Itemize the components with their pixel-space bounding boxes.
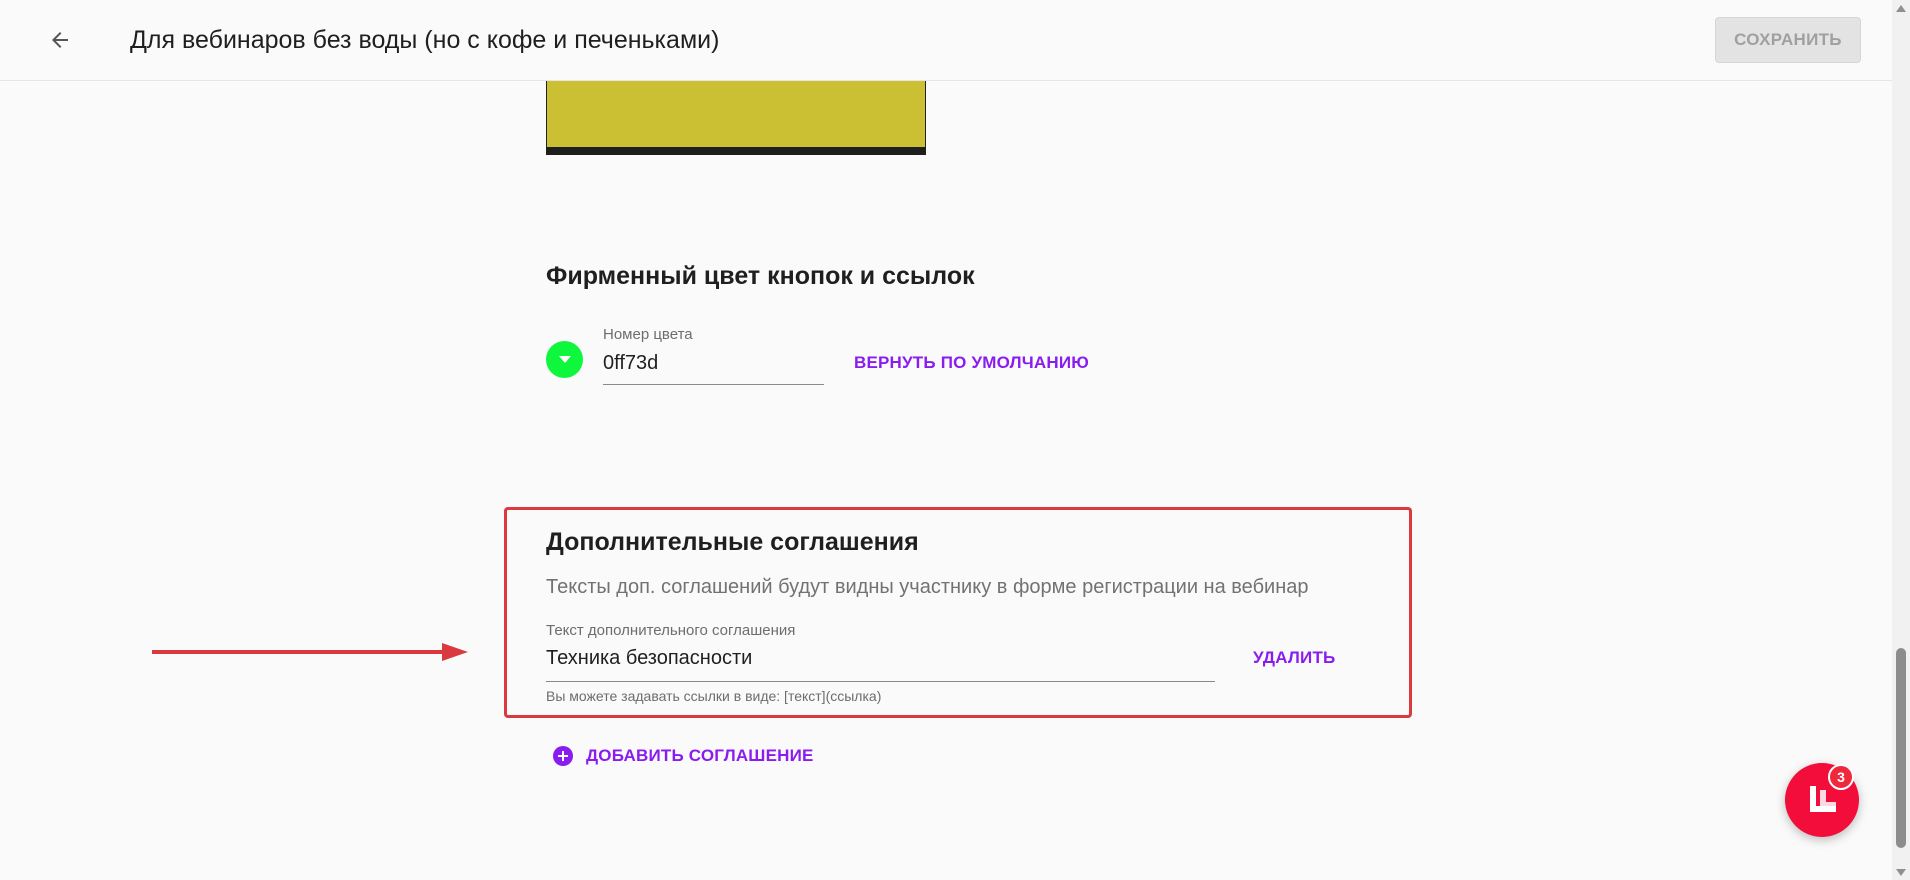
delete-agreement-button[interactable]: УДАЛИТЬ	[1253, 648, 1335, 668]
page-title: Для вебинаров без воды (но с кофе и пече…	[130, 26, 720, 54]
agreement-text-input[interactable]	[546, 642, 1215, 682]
color-number-label: Номер цвета	[603, 326, 693, 343]
scrollbar-thumb[interactable]	[1896, 648, 1906, 848]
color-preview-swatch	[546, 80, 926, 147]
reset-default-button[interactable]: ВЕРНУТЬ ПО УМОЛЧАНИЮ	[854, 353, 1089, 373]
scroll-up-icon[interactable]	[1892, 0, 1910, 16]
agreements-heading: Дополнительные соглашения	[546, 528, 919, 556]
top-bar: Для вебинаров без воды (но с кофе и пече…	[0, 0, 1892, 81]
agreement-text-label: Текст дополнительного соглашения	[546, 622, 796, 639]
annotation-arrow-icon	[152, 643, 468, 661]
agreement-hint: Вы можете задавать ссылки в виде: [текст…	[546, 688, 882, 704]
add-agreement-button[interactable]: ДОБАВИТЬ СОГЛАШЕНИЕ	[553, 746, 814, 766]
vertical-scrollbar[interactable]	[1892, 0, 1910, 880]
agreements-description: Тексты доп. соглашений будут видны участ…	[546, 576, 1309, 598]
color-picker-button[interactable]	[546, 341, 583, 378]
triangle-down-icon	[558, 355, 571, 363]
color-preview-bar	[546, 147, 926, 155]
scroll-down-icon[interactable]	[1892, 864, 1910, 880]
chat-notification-badge: 3	[1828, 764, 1854, 790]
arrow-left-icon	[52, 32, 68, 48]
add-agreement-label: ДОБАВИТЬ СОГЛАШЕНИЕ	[586, 746, 814, 765]
brand-color-heading: Фирменный цвет кнопок и ссылок	[546, 262, 975, 290]
plus-circle-icon	[553, 746, 573, 766]
save-button[interactable]: СОХРАНИТЬ	[1715, 17, 1861, 63]
back-button[interactable]	[40, 22, 80, 58]
color-number-input[interactable]	[603, 348, 824, 385]
